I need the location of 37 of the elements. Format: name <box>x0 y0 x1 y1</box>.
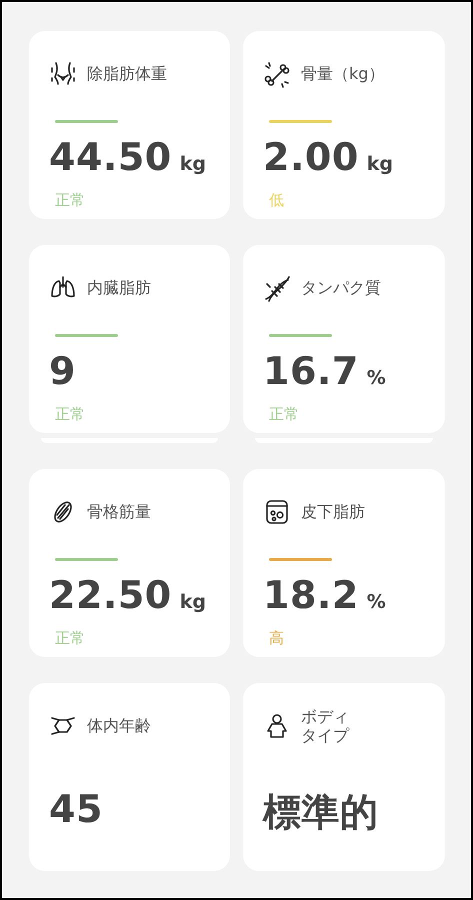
metric-title: 皮下脂肪 <box>301 502 365 522</box>
metric-card[interactable]: 体内年齢 45 <box>29 683 230 871</box>
metric-title: タンパク質 <box>301 278 381 298</box>
metric-card[interactable]: 骨量（kg） 2.00 kg 低 <box>243 31 445 219</box>
metric-title: 体内年齢 <box>87 716 151 736</box>
metric-title: 骨格筋量 <box>87 502 151 522</box>
unit-label: kg <box>180 153 206 175</box>
metric-value: 44.50 <box>49 135 172 179</box>
metric-value: 18.2 <box>263 573 359 617</box>
bone-icon <box>263 60 291 88</box>
status-label: 高 <box>269 629 284 648</box>
metric-card[interactable]: タンパク質 16.7 % 正常 <box>243 245 445 433</box>
metric-value: 45 <box>49 787 103 831</box>
metric-value: 標準的 <box>263 789 378 836</box>
metric-title: 骨量（kg） <box>301 64 384 84</box>
jar-icon <box>263 498 291 526</box>
unit-label: % <box>366 591 386 613</box>
unit-label: kg <box>366 153 394 175</box>
metric-card[interactable]: ボディタイプ 標準的 <box>243 683 445 871</box>
metric-card[interactable]: 皮下脂肪 18.2 % 高 <box>243 469 445 657</box>
metric-value: 2.00 <box>263 135 359 179</box>
status-label: 正常 <box>55 405 85 424</box>
metric-card[interactable]: 除脂肪体重 44.50 kg 正常 <box>29 31 230 219</box>
status-label: 正常 <box>55 629 85 648</box>
metric-title: 内臓脂肪 <box>87 278 151 298</box>
metric-title: 除脂肪体重 <box>87 64 167 84</box>
metric-card[interactable]: 骨格筋量 22.50 kg 正常 <box>29 469 230 657</box>
unit-label: kg <box>180 591 206 613</box>
metric-value: 16.7 <box>263 349 359 393</box>
status-label: 正常 <box>269 405 299 424</box>
status-label: 低 <box>269 191 284 210</box>
metric-title: ボディタイプ <box>301 706 349 746</box>
unit-label: % <box>366 367 386 389</box>
status-label: 正常 <box>55 191 85 210</box>
metric-value: 22.50 <box>49 573 172 617</box>
metric-card[interactable]: 内臓脂肪 9 正常 <box>29 245 230 433</box>
metric-value: 9 <box>49 349 76 393</box>
